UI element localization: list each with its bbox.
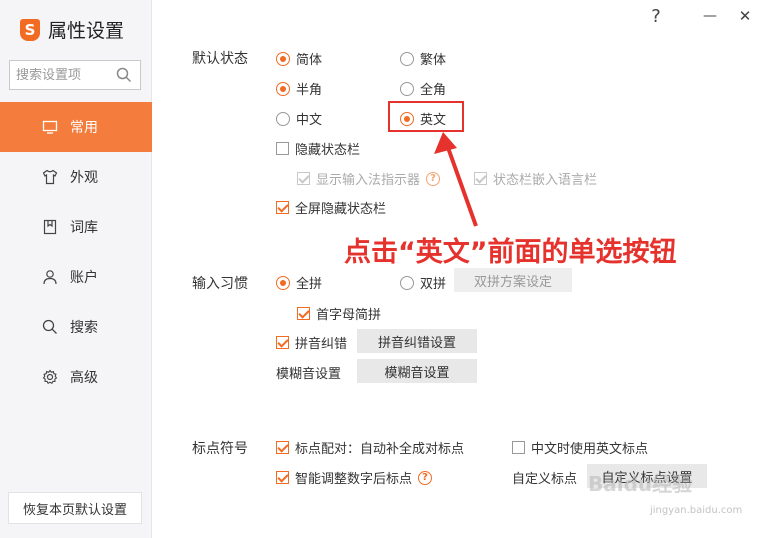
highlight-box <box>388 101 464 132</box>
gear-icon <box>42 369 58 385</box>
sidebar-item-label: 高级 <box>70 370 98 386</box>
smart-adjust-checkbox[interactable] <box>276 471 289 484</box>
double-pinyin-label: 双拼 <box>420 277 447 292</box>
show-ime-indicator-checkbox[interactable] <box>297 172 310 185</box>
sogou-logo-icon: S <box>20 18 40 41</box>
double-pinyin-radio[interactable] <box>400 275 414 290</box>
sidebar-item-label: 常用 <box>70 120 98 136</box>
auto-pair-checkbox[interactable] <box>276 441 289 454</box>
double-pinyin-option[interactable]: 双拼 <box>400 273 446 292</box>
smart-adjust-label: 智能调整数字后标点 <box>295 472 413 487</box>
embed-language-bar-label: 状态栏嵌入语言栏 <box>493 173 598 188</box>
initial-abbrev-option[interactable]: 首字母简拼 <box>297 304 381 323</box>
traditional-option[interactable]: 繁体 <box>400 49 446 68</box>
embed-language-bar-option[interactable]: 状态栏嵌入语言栏 <box>474 169 597 188</box>
hide-status-bar-label: 隐藏状态栏 <box>295 143 361 158</box>
pinyin-correction-settings-button[interactable]: 拼音纠错设置 <box>357 329 477 353</box>
full-pinyin-option[interactable]: 全拼 <box>276 273 322 292</box>
minimize-button[interactable]: — <box>698 4 722 28</box>
smart-adjust-option[interactable]: 智能调整数字后标点 ? <box>276 468 433 487</box>
search-icon[interactable] <box>116 67 132 83</box>
half-width-option[interactable]: 半角 <box>276 79 322 98</box>
app-title: S 属性设置 <box>20 16 124 43</box>
full-pinyin-label: 全拼 <box>296 277 323 292</box>
english-punct-checkbox[interactable] <box>512 441 525 454</box>
english-punct-option[interactable]: 中文时使用英文标点 <box>512 438 648 457</box>
help-icon[interactable]: ? <box>426 171 441 186</box>
traditional-radio[interactable] <box>400 51 414 66</box>
auto-pair-label: 标点配对：自动补全成对标点 <box>295 442 465 457</box>
sidebar-nav: 常用 外观 词库 账户 搜索 高级 <box>0 102 152 402</box>
input-habit-label: 输入习惯 <box>192 276 248 292</box>
initial-abbrev-checkbox[interactable] <box>297 307 310 320</box>
hide-status-bar-option[interactable]: 隐藏状态栏 <box>276 139 360 158</box>
half-width-label: 半角 <box>296 83 323 98</box>
show-ime-indicator-label: 显示输入法指示器 <box>316 173 421 188</box>
show-ime-indicator-option[interactable]: 显示输入法指示器 ? <box>297 169 441 188</box>
monitor-icon <box>42 120 58 134</box>
sidebar-item-account[interactable]: 账户 <box>0 252 152 302</box>
search-input[interactable] <box>16 67 116 83</box>
restore-defaults-button[interactable]: 恢复本页默认设置 <box>8 492 142 524</box>
double-pinyin-settings-button[interactable]: 双拼方案设定 <box>454 268 572 292</box>
simplified-option[interactable]: 简体 <box>276 49 322 68</box>
chinese-radio[interactable] <box>276 111 290 126</box>
sidebar-item-label: 账户 <box>70 270 98 286</box>
annotation-text: 点击“英文”前面的单选按钮 <box>344 237 677 268</box>
fullscreen-hide-option[interactable]: 全屏隐藏状态栏 <box>276 198 386 217</box>
hide-status-bar-checkbox[interactable] <box>276 142 289 155</box>
user-icon <box>43 270 57 285</box>
fuzzy-label: 模糊音设置 <box>276 367 342 382</box>
full-width-label: 全角 <box>420 83 447 98</box>
simplified-label: 简体 <box>296 53 323 68</box>
sidebar-item-label: 词库 <box>70 220 98 236</box>
punctuation-label: 标点符号 <box>192 441 248 457</box>
window-title: 属性设置 <box>48 20 125 42</box>
embed-language-bar-checkbox[interactable] <box>474 172 487 185</box>
full-pinyin-radio[interactable] <box>276 275 290 290</box>
close-button[interactable]: ✕ <box>733 4 757 28</box>
initial-abbrev-label: 首字母简拼 <box>316 308 382 323</box>
sidebar-item-common[interactable]: 常用 <box>0 102 152 152</box>
auto-pair-option[interactable]: 标点配对：自动补全成对标点 <box>276 438 464 457</box>
english-punct-label: 中文时使用英文标点 <box>531 442 649 457</box>
sidebar: S 属性设置 常用 外观 词库 账户 搜索 <box>0 0 152 538</box>
help-button[interactable]: ? <box>644 4 668 28</box>
fullscreen-hide-checkbox[interactable] <box>276 201 289 214</box>
pinyin-correction-option[interactable]: 拼音纠错 <box>276 333 347 352</box>
sidebar-item-appearance[interactable]: 外观 <box>0 152 152 202</box>
full-width-radio[interactable] <box>400 81 414 96</box>
chinese-label: 中文 <box>296 113 323 128</box>
custom-punct-label: 自定义标点 <box>512 472 578 487</box>
default-state-label: 默认状态 <box>192 51 248 67</box>
sidebar-item-lexicon[interactable]: 词库 <box>0 202 152 252</box>
fullscreen-hide-label: 全屏隐藏状态栏 <box>295 202 387 217</box>
sidebar-item-label: 搜索 <box>70 320 98 336</box>
simplified-radio[interactable] <box>276 51 290 66</box>
sidebar-item-advanced[interactable]: 高级 <box>0 352 152 402</box>
pinyin-correction-checkbox[interactable] <box>276 336 289 349</box>
pinyin-correction-label: 拼音纠错 <box>295 337 348 352</box>
watermark: Baidu经验 <box>588 472 693 496</box>
chinese-option[interactable]: 中文 <box>276 109 322 128</box>
book-icon <box>43 219 57 235</box>
sidebar-item-search[interactable]: 搜索 <box>0 302 152 352</box>
watermark-url: jingyan.baidu.com <box>650 505 743 516</box>
traditional-label: 繁体 <box>420 53 447 68</box>
search-icon <box>42 319 57 334</box>
sidebar-item-label: 外观 <box>70 170 98 186</box>
half-width-radio[interactable] <box>276 81 290 96</box>
fuzzy-settings-button[interactable]: 模糊音设置 <box>357 359 477 383</box>
help-icon[interactable]: ? <box>418 470 433 485</box>
full-width-option[interactable]: 全角 <box>400 79 446 98</box>
search-box[interactable] <box>9 60 141 90</box>
shirt-icon <box>42 169 58 185</box>
